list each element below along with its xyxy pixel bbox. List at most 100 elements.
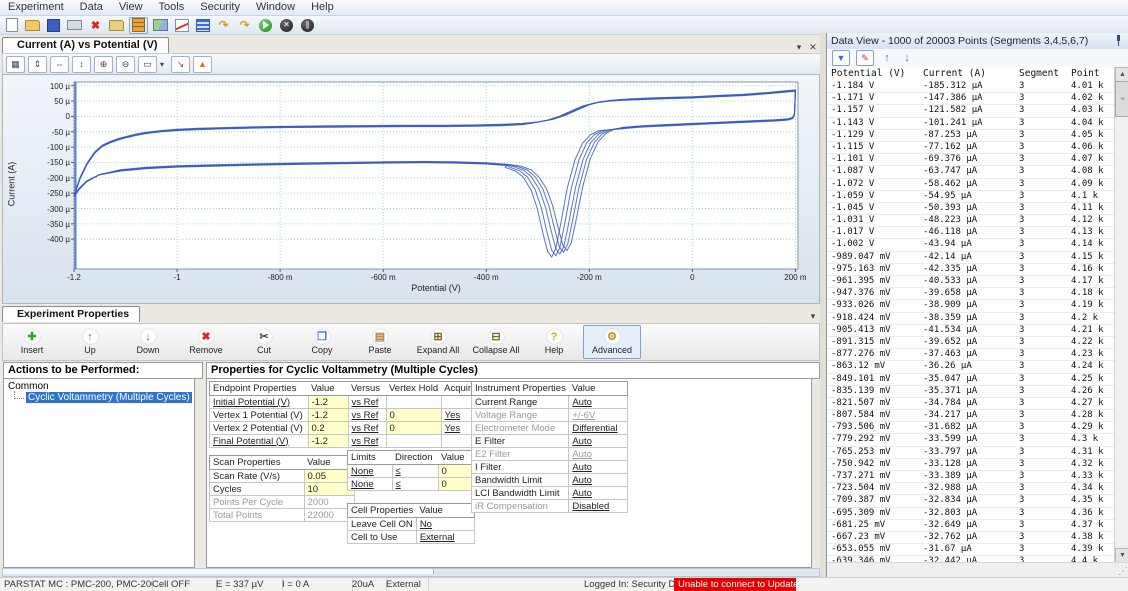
scroll-up-icon[interactable]: ▲ — [1115, 67, 1128, 82]
axis-scale-x-icon[interactable]: ⇔ — [50, 56, 69, 73]
table-row[interactable]: -737.271 mV-33.389 µA34.33 k — [827, 471, 1115, 483]
copy-button[interactable]: ❐Copy — [293, 325, 351, 359]
property-link[interactable]: No — [416, 518, 475, 531]
table-row[interactable]: -975.163 mV-42.335 µA34.16 k — [827, 264, 1115, 276]
move-down-icon[interactable]: ↓ — [900, 52, 914, 64]
table-row[interactable]: -835.139 mV-35.371 µA34.26 k — [827, 386, 1115, 398]
table-row[interactable]: -681.25 mV-32.649 µA34.37 k — [827, 520, 1115, 532]
table-row[interactable]: -667.23 mV-32.762 µA34.38 k — [827, 532, 1115, 544]
column-header-point[interactable]: Point — [1071, 68, 1100, 79]
zoom-out-icon[interactable]: ⊖ — [116, 56, 135, 73]
advanced-button[interactable]: ⚙Advanced — [583, 325, 641, 359]
column-header-segment[interactable]: Segment — [1019, 68, 1059, 79]
property-link[interactable]: Disabled — [569, 500, 628, 513]
axis-scale-y-icon[interactable]: ⇕ — [28, 56, 47, 73]
property-link[interactable]: Auto — [569, 435, 628, 448]
remove-button[interactable]: ✖Remove — [177, 325, 235, 359]
property-link[interactable]: Auto — [569, 487, 628, 500]
table-row[interactable]: -863.12 mV-36.26 µA34.24 k — [827, 361, 1115, 373]
table-row[interactable]: -1.059 V-54.95 µA34.1 k — [827, 191, 1115, 203]
peak-find-icon[interactable]: ▲ — [193, 56, 212, 73]
data-list-icon[interactable] — [194, 18, 211, 33]
open-icon[interactable] — [24, 18, 41, 33]
run-icon[interactable] — [257, 18, 274, 33]
table-row[interactable]: -1.143 V-101.241 µA34.04 k — [827, 118, 1115, 130]
table-row[interactable]: -821.507 mV-34.784 µA34.27 k — [827, 398, 1115, 410]
experiment-pane-menu-icon[interactable]: ▾ — [806, 311, 820, 322]
property-value-cell[interactable]: 0.2 — [308, 422, 348, 435]
analysis-icon[interactable] — [173, 18, 190, 33]
tree-item-label[interactable]: Cyclic Voltammetry (Multiple Cycles) — [26, 392, 192, 403]
property-link[interactable]: Auto — [569, 448, 628, 461]
table-row[interactable]: -807.584 mV-34.217 µA34.28 k — [827, 410, 1115, 422]
property-link[interactable]: +/-6V — [569, 409, 628, 422]
table-row[interactable]: -877.276 mV-37.463 µA34.23 k — [827, 349, 1115, 361]
property-link[interactable]: Auto — [569, 396, 628, 409]
property-link[interactable]: vs Ref — [348, 435, 386, 448]
table-row[interactable]: -695.309 mV-32.803 µA34.36 k — [827, 508, 1115, 520]
table-row[interactable]: -750.942 mV-33.128 µA34.32 k — [827, 459, 1115, 471]
menu-window[interactable]: Window — [248, 0, 303, 15]
table-row[interactable]: -918.424 mV-38.359 µA34.2 k — [827, 313, 1115, 325]
zoom-region-menu-icon[interactable]: ▾ — [160, 60, 168, 69]
property-value-cell[interactable]: -1.2 — [308, 435, 348, 448]
table-row[interactable]: -905.413 mV-41.534 µA34.21 k — [827, 325, 1115, 337]
table-row[interactable]: -653.055 mV-31.67 µA34.39 k — [827, 544, 1115, 556]
tab-current-vs-potential[interactable]: Current (A) vs Potential (V) — [2, 37, 169, 53]
table-row[interactable]: -1.031 V-48.223 µA34.12 k — [827, 215, 1115, 227]
tab-experiment-properties[interactable]: Experiment Properties — [2, 306, 140, 322]
table-row[interactable]: -1.171 V-147.386 µA34.02 k — [827, 93, 1115, 105]
table-row[interactable]: -1.087 V-63.747 µA34.08 k — [827, 166, 1115, 178]
menu-tools[interactable]: Tools — [151, 0, 193, 15]
table-row[interactable]: -779.292 mV-33.599 µA34.3 k — [827, 434, 1115, 446]
column-header-current-a-[interactable]: Current (A) — [923, 68, 986, 79]
table-row[interactable]: -947.376 mV-39.658 µA34.18 k — [827, 288, 1115, 300]
property-link[interactable]: Final Potential (V) — [210, 435, 309, 448]
table-row[interactable]: -1.002 V-43.94 µA34.14 k — [827, 239, 1115, 251]
property-link[interactable]: Auto — [569, 474, 628, 487]
column-header-potential-v-[interactable]: Potential (V) — [831, 68, 905, 79]
properties-icon[interactable] — [129, 17, 148, 34]
table-row[interactable]: -1.072 V-58.462 µA34.09 k — [827, 179, 1115, 191]
property-link[interactable]: None — [348, 465, 393, 478]
property-value-cell[interactable]: -1.2 — [308, 409, 348, 422]
edit-points-icon[interactable]: ✎ — [856, 50, 874, 66]
property-value-cell[interactable]: 0 — [386, 422, 441, 435]
up-button[interactable]: ↑Up — [61, 325, 119, 359]
property-link[interactable]: Differential — [569, 422, 628, 435]
horizontal-scrollbar[interactable] — [2, 568, 820, 577]
expand-all-button[interactable]: ⊞Expand All — [409, 325, 467, 359]
horizontal-scrollbar-thumb[interactable] — [3, 569, 434, 574]
stop-icon[interactable]: ✕ — [278, 18, 295, 33]
tree-root-common[interactable]: Common — [4, 379, 194, 392]
property-link[interactable]: vs Ref — [348, 422, 386, 435]
overlay-icon[interactable] — [152, 18, 169, 33]
table-row[interactable]: -933.026 mV-38.909 µA34.19 k — [827, 300, 1115, 312]
line-fit-icon[interactable]: ↘ — [171, 56, 190, 73]
property-link[interactable]: External — [416, 531, 475, 544]
paste-button[interactable]: ▤Paste — [351, 325, 409, 359]
data-view-scrollbar[interactable]: ▲ ≡ ▼ — [1114, 67, 1128, 563]
down-button[interactable]: ↓Down — [119, 325, 177, 359]
rearm-icon[interactable]: ↷ — [215, 18, 232, 33]
table-row[interactable]: -709.387 mV-32.834 µA34.35 k — [827, 495, 1115, 507]
collapse-all-button[interactable]: ⊟Collapse All — [467, 325, 525, 359]
property-link[interactable]: vs Ref — [348, 409, 386, 422]
repeat-icon[interactable]: ↷ — [236, 18, 253, 33]
resize-grip-icon[interactable]: ⋰ — [1118, 566, 1128, 577]
chart-pane-menu-icon[interactable]: ▾ — [792, 42, 806, 53]
property-link[interactable]: Initial Potential (V) — [210, 396, 309, 409]
tree-item-cyclic-voltammetry[interactable]: Cyclic Voltammetry (Multiple Cycles) — [14, 392, 194, 403]
table-row[interactable]: -1.017 V-46.118 µA34.13 k — [827, 227, 1115, 239]
table-row[interactable]: -849.101 mV-35.047 µA34.25 k — [827, 374, 1115, 386]
zoom-region-icon[interactable]: ▭ — [138, 56, 157, 73]
table-row[interactable]: -1.115 V-77.162 µA34.06 k — [827, 142, 1115, 154]
property-link[interactable]: vs Ref — [348, 396, 386, 409]
menu-help[interactable]: Help — [303, 0, 342, 15]
new-icon[interactable] — [3, 18, 20, 33]
print-icon[interactable] — [66, 18, 83, 33]
axis-fit-icon[interactable]: ↕ — [72, 56, 91, 73]
menu-experiment[interactable]: Experiment — [0, 0, 72, 15]
menu-view[interactable]: View — [111, 0, 151, 15]
scrollbar-thumb[interactable]: ≡ — [1115, 81, 1128, 117]
